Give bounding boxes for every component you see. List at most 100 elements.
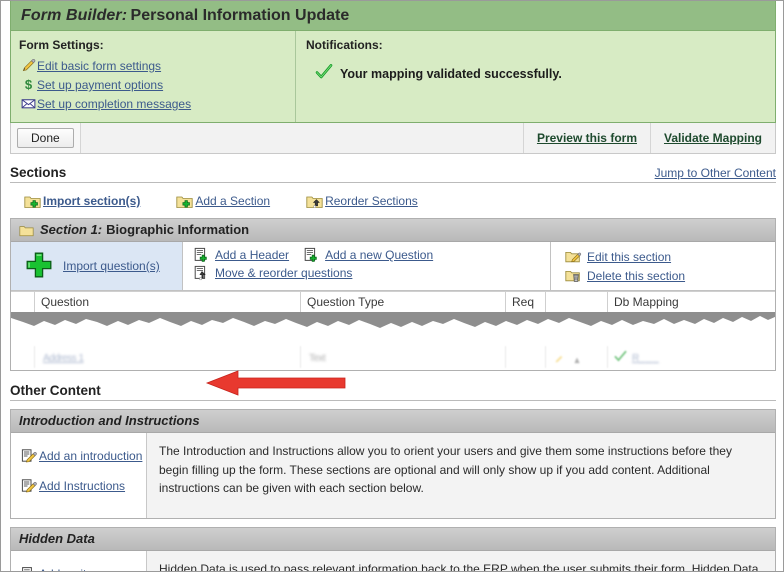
introduction-card-title: Introduction and Instructions xyxy=(19,413,200,428)
jump-to-other-content-link[interactable]: Jump to Other Content xyxy=(655,166,776,180)
validate-mapping-link[interactable]: Validate Mapping xyxy=(664,131,762,145)
section-name: Biographic Information xyxy=(106,222,250,237)
page-pencil-icon xyxy=(21,478,39,494)
introduction-description: The Introduction and Instructions allow … xyxy=(147,433,775,518)
table-col-req: Req xyxy=(506,292,546,312)
import-sections-tool[interactable]: Import section(s) xyxy=(24,194,140,209)
import-questions-panel[interactable]: Import question(s) xyxy=(11,242,183,290)
torn-paper-cutaway: Address 1 Text R_ _ _ xyxy=(11,312,775,370)
add-a-section-tool[interactable]: Add a Section xyxy=(176,194,270,209)
pencil-icon xyxy=(19,58,37,75)
set-up-payment-options-link[interactable]: Set up payment options xyxy=(37,78,163,92)
edit-basic-form-settings-link[interactable]: Edit basic form settings xyxy=(37,59,161,73)
hidden-data-card-body: Add an item Import an item Hidd xyxy=(11,551,775,571)
add-a-section-link[interactable]: Add a Section xyxy=(195,194,270,208)
form-builder-panel: Form Builder: Personal Information Updat… xyxy=(10,1,776,123)
move-reorder-questions-link[interactable]: Move & reorder questions xyxy=(215,266,352,280)
hidden-data-card-title: Hidden Data xyxy=(19,531,95,546)
delete-this-section-link[interactable]: Delete this section xyxy=(587,269,685,283)
set-up-payment-options-row[interactable]: $ Set up payment options xyxy=(19,76,287,94)
hidden-data-card: Hidden Data Add an item xyxy=(10,527,776,571)
faded-cell-question: Address 1 xyxy=(35,346,301,368)
page-pencil-icon xyxy=(21,448,39,464)
folder-plus-icon xyxy=(176,194,193,209)
add-a-new-question-action[interactable]: Add a new Question xyxy=(303,247,433,263)
form-settings-label: Form Settings: xyxy=(19,38,104,52)
folder-icon xyxy=(19,224,34,237)
add-a-new-question-link[interactable]: Add a new Question xyxy=(325,248,433,262)
checkmark-icon xyxy=(315,63,333,84)
set-up-completion-messages-link[interactable]: Set up completion messages xyxy=(37,97,191,111)
add-an-item-link[interactable]: Add an item xyxy=(39,567,103,571)
reorder-sections-link[interactable]: Reorder Sections xyxy=(325,194,418,208)
panel-body: Form Settings: Edit basic form settings xyxy=(11,31,775,122)
page-plus-icon xyxy=(303,247,325,263)
faded-cell-actions xyxy=(546,346,608,368)
faded-cell-db-mapping: R_ _ _ xyxy=(608,346,775,368)
table-col-question: Question xyxy=(35,292,301,312)
add-an-introduction-link[interactable]: Add an introduction xyxy=(39,449,142,463)
introduction-card: Introduction and Instructions Add an int… xyxy=(10,409,776,519)
page-plus-icon xyxy=(21,566,39,571)
add-instructions-action[interactable]: Add Instructions xyxy=(21,471,146,501)
section-card-header: Section 1: Biographic Information xyxy=(11,219,775,242)
jump-to-other-content[interactable]: Jump to Other Content xyxy=(655,166,776,180)
introduction-card-header: Introduction and Instructions xyxy=(11,410,775,433)
preview-this-form-link[interactable]: Preview this form xyxy=(537,131,637,145)
page-plus-icon xyxy=(193,247,215,263)
form-settings-column: Form Settings: Edit basic form settings xyxy=(11,31,296,122)
other-content-heading: Other Content xyxy=(10,383,776,401)
dollar-icon: $ xyxy=(19,77,37,94)
folder-plus-icon xyxy=(24,194,41,209)
faded-question-row: Address 1 Text R_ _ _ xyxy=(11,346,775,368)
questions-table-header: Question Question Type Req Db Mapping xyxy=(11,291,775,312)
table-col-db-mapping: Db Mapping xyxy=(614,295,679,309)
faded-pencil-icon xyxy=(554,353,564,367)
action-toolbar: Done Preview this form Validate Mapping xyxy=(10,123,776,154)
section-right-actions: Edit this section Delete this section xyxy=(551,242,775,290)
introduction-links: Add an introduction Add Instructions xyxy=(11,433,147,518)
table-col-actions xyxy=(546,292,608,312)
add-a-header-link[interactable]: Add a Header xyxy=(215,248,289,262)
page-title-name: Personal Information Update xyxy=(130,7,350,24)
folder-trash-icon xyxy=(565,268,587,283)
hidden-data-links: Add an item Import an item xyxy=(11,551,147,571)
add-instructions-link[interactable]: Add Instructions xyxy=(39,479,125,493)
add-an-introduction-action[interactable]: Add an introduction xyxy=(21,441,146,471)
faded-db-text: R_ _ _ xyxy=(632,353,659,364)
introduction-card-body: Add an introduction Add Instructions The… xyxy=(11,433,775,518)
import-sections-link[interactable]: Import section(s) xyxy=(43,194,140,208)
import-questions-link[interactable]: Import question(s) xyxy=(63,259,160,273)
validate-cell: Validate Mapping xyxy=(649,123,775,153)
delete-this-section-action[interactable]: Delete this section xyxy=(565,266,775,285)
notifications-column: Notifications: Your mapping validated su… xyxy=(296,31,775,122)
add-an-item-action[interactable]: Add an item xyxy=(21,559,146,571)
folder-pencil-icon xyxy=(565,249,587,264)
set-up-completion-messages-row[interactable]: Set up completion messages xyxy=(19,95,287,113)
edit-basic-form-settings-row[interactable]: Edit basic form settings xyxy=(19,57,287,75)
add-a-header-action[interactable]: Add a Header xyxy=(193,247,289,263)
edit-this-section-action[interactable]: Edit this section xyxy=(565,247,775,266)
done-button[interactable]: Done xyxy=(17,128,74,148)
preview-cell: Preview this form xyxy=(522,123,650,153)
faded-check-icon xyxy=(614,350,627,366)
form-builder-page: Form Builder: Personal Information Updat… xyxy=(0,0,784,572)
edit-this-section-link[interactable]: Edit this section xyxy=(587,250,671,264)
move-reorder-questions-action[interactable]: Move & reorder questions xyxy=(193,263,550,282)
envelope-icon xyxy=(19,96,37,113)
hidden-data-card-header: Hidden Data xyxy=(11,528,775,551)
faded-cell-req xyxy=(506,346,546,368)
done-button-cell: Done xyxy=(11,123,81,153)
page-arrow-icon xyxy=(193,265,215,281)
reorder-sections-tool[interactable]: Reorder Sections xyxy=(306,194,418,209)
green-plus-icon xyxy=(25,251,53,282)
table-col-handle xyxy=(11,292,35,312)
svg-text:$: $ xyxy=(24,77,32,92)
page-title: Form Builder: Personal Information Updat… xyxy=(11,1,775,31)
folder-arrow-icon xyxy=(306,194,323,209)
section-actions: Import question(s) Add a Header Add a ne… xyxy=(11,242,775,291)
sections-heading: Sections xyxy=(10,165,67,180)
sections-heading-bar: Sections Jump to Other Content xyxy=(10,165,776,183)
faded-cell-handle xyxy=(11,346,35,368)
